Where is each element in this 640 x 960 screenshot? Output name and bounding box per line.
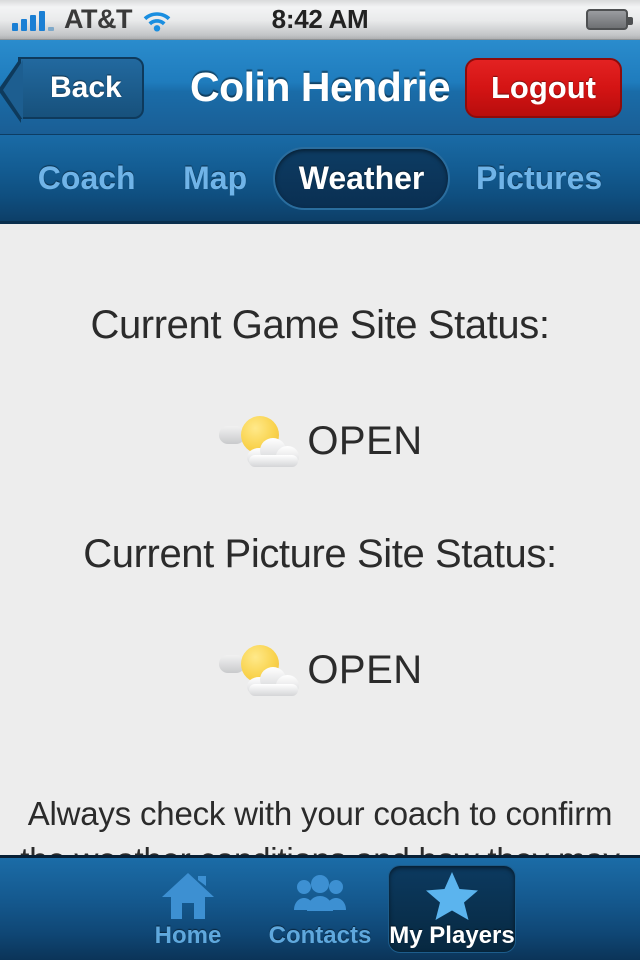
logout-button[interactable]: Logout bbox=[464, 58, 622, 118]
status-bar-right bbox=[586, 9, 633, 30]
segment-tab-bar: Coach Map Weather Pictures bbox=[0, 135, 640, 224]
tab-bar-item-contacts[interactable]: Contacts bbox=[256, 865, 384, 953]
game-site-status-row: OPEN bbox=[0, 406, 640, 476]
status-bar-left: AT&T bbox=[12, 6, 172, 33]
phone-screen: AT&T 8:42 AM Back Colin Hendrie Logout C… bbox=[0, 0, 640, 960]
status-bar: AT&T 8:42 AM bbox=[0, 0, 640, 40]
sun-behind-cloud-icon bbox=[217, 406, 303, 476]
star-icon bbox=[424, 870, 480, 922]
weather-disclaimer-text: Always check with your coach to confirm … bbox=[20, 795, 620, 855]
tab-coach[interactable]: Coach bbox=[16, 147, 158, 210]
house-icon bbox=[160, 870, 216, 922]
sun-behind-cloud-icon bbox=[217, 635, 303, 705]
game-site-status-value: OPEN bbox=[307, 418, 423, 463]
tab-bar-item-my-players[interactable]: My Players bbox=[388, 865, 516, 953]
weather-content: Current Game Site Status: OPEN Current P… bbox=[0, 227, 640, 855]
game-site-heading: Current Game Site Status: bbox=[90, 303, 550, 347]
tab-bar-label-home: Home bbox=[154, 922, 222, 949]
carrier-label: AT&T bbox=[64, 4, 132, 34]
tab-pictures[interactable]: Pictures bbox=[454, 147, 624, 210]
back-button[interactable]: Back bbox=[0, 57, 144, 123]
picture-site-status-value: OPEN bbox=[307, 647, 423, 692]
battery-icon bbox=[586, 9, 633, 30]
tab-map[interactable]: Map bbox=[161, 147, 269, 210]
tab-bar-label-my-players: My Players bbox=[389, 922, 515, 949]
tab-weather[interactable]: Weather bbox=[272, 146, 451, 210]
people-icon bbox=[292, 870, 348, 922]
signal-bars-icon bbox=[12, 9, 54, 31]
wifi-icon bbox=[142, 8, 172, 32]
bottom-tab-bar: Home Contacts My Players bbox=[0, 855, 640, 960]
picture-site-heading: Current Picture Site Status: bbox=[83, 532, 557, 576]
tab-bar-item-home[interactable]: Home bbox=[124, 865, 252, 953]
tab-bar-label-contacts: Contacts bbox=[268, 922, 372, 949]
navigation-bar: Back Colin Hendrie Logout bbox=[0, 40, 640, 135]
picture-site-status-row: OPEN bbox=[0, 635, 640, 705]
